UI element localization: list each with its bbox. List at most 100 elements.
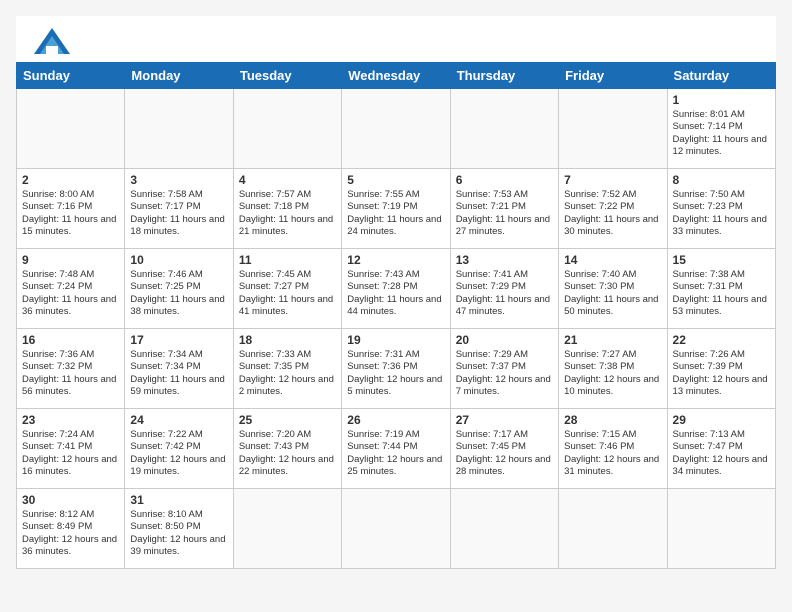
day-info: Sunrise: 7:13 AM Sunset: 7:47 PM Dayligh… xyxy=(673,429,770,478)
day-number: 17 xyxy=(130,333,227,347)
calendar-cell: 18 Sunrise: 7:33 AM Sunset: 7:35 PM Dayli… xyxy=(233,329,341,409)
day-number: 8 xyxy=(673,173,770,187)
calendar-cell: 25Sunrise: 7:20 AM Sunset: 7:43 PM Dayli… xyxy=(233,409,341,489)
week-row-6: 30 Sunrise: 8:12 AM Sunset: 8:49 PM Dayli… xyxy=(17,489,776,569)
calendar-cell: 26 Sunrise: 7:19 AM Sunset: 7:44 PM Dayli… xyxy=(342,409,450,489)
day-info: Sunrise: 7:24 AM Sunset: 7:41 PM Dayligh… xyxy=(22,429,119,478)
day-info: Sunrise: 8:01 AM Sunset: 7:14 PM Dayligh… xyxy=(673,109,770,158)
day-number: 22 xyxy=(673,333,770,347)
logo xyxy=(30,26,70,56)
day-number: 6 xyxy=(456,173,553,187)
calendar-cell: 2Sunrise: 8:00 AM Sunset: 7:16 PM Daylig… xyxy=(17,169,125,249)
day-number: 13 xyxy=(456,253,553,267)
day-of-week-monday: Monday xyxy=(125,63,233,89)
page: SundayMondayTuesdayWednesdayThursdayFrid… xyxy=(16,16,776,569)
day-of-week-tuesday: Tuesday xyxy=(233,63,341,89)
calendar-cell: 3 Sunrise: 7:58 AM Sunset: 7:17 PM Daylig… xyxy=(125,169,233,249)
header xyxy=(16,16,776,62)
calendar-cell xyxy=(342,89,450,169)
calendar-cell xyxy=(233,489,341,569)
day-info: Sunrise: 7:36 AM Sunset: 7:32 PM Dayligh… xyxy=(22,349,119,398)
day-info: Sunrise: 7:20 AM Sunset: 7:43 PM Dayligh… xyxy=(239,429,336,478)
day-info: Sunrise: 7:19 AM Sunset: 7:44 PM Dayligh… xyxy=(347,429,444,478)
day-number: 7 xyxy=(564,173,661,187)
calendar-cell xyxy=(17,89,125,169)
week-row-2: 2Sunrise: 8:00 AM Sunset: 7:16 PM Daylig… xyxy=(17,169,776,249)
day-number: 23 xyxy=(22,413,119,427)
week-row-3: 9 Sunrise: 7:48 AM Sunset: 7:24 PM Daylig… xyxy=(17,249,776,329)
week-row-1: 1Sunrise: 8:01 AM Sunset: 7:14 PM Daylig… xyxy=(17,89,776,169)
day-info: Sunrise: 7:43 AM Sunset: 7:28 PM Dayligh… xyxy=(347,269,444,318)
day-of-week-thursday: Thursday xyxy=(450,63,558,89)
day-number: 10 xyxy=(130,253,227,267)
day-info: Sunrise: 8:12 AM Sunset: 8:49 PM Dayligh… xyxy=(22,509,119,558)
day-number: 31 xyxy=(130,493,227,507)
calendar-cell: 30 Sunrise: 8:12 AM Sunset: 8:49 PM Dayli… xyxy=(17,489,125,569)
day-info: Sunrise: 7:17 AM Sunset: 7:45 PM Dayligh… xyxy=(456,429,553,478)
day-info: Sunrise: 7:53 AM Sunset: 7:21 PM Dayligh… xyxy=(456,189,553,238)
calendar-cell: 29Sunrise: 7:13 AM Sunset: 7:47 PM Dayli… xyxy=(667,409,775,489)
calendar-cell: 20Sunrise: 7:29 AM Sunset: 7:37 PM Dayli… xyxy=(450,329,558,409)
calendar-cell xyxy=(667,489,775,569)
calendar-cell xyxy=(450,489,558,569)
calendar-cell: 16Sunrise: 7:36 AM Sunset: 7:32 PM Dayli… xyxy=(17,329,125,409)
calendar-cell xyxy=(450,89,558,169)
day-number: 12 xyxy=(347,253,444,267)
day-info: Sunrise: 7:40 AM Sunset: 7:30 PM Dayligh… xyxy=(564,269,661,318)
day-info: Sunrise: 7:33 AM Sunset: 7:35 PM Dayligh… xyxy=(239,349,336,398)
day-number: 26 xyxy=(347,413,444,427)
day-info: Sunrise: 7:55 AM Sunset: 7:19 PM Dayligh… xyxy=(347,189,444,238)
day-info: Sunrise: 7:38 AM Sunset: 7:31 PM Dayligh… xyxy=(673,269,770,318)
calendar-cell: 21 Sunrise: 7:27 AM Sunset: 7:38 PM Dayli… xyxy=(559,329,667,409)
day-info: Sunrise: 7:27 AM Sunset: 7:38 PM Dayligh… xyxy=(564,349,661,398)
day-info: Sunrise: 7:26 AM Sunset: 7:39 PM Dayligh… xyxy=(673,349,770,398)
day-number: 27 xyxy=(456,413,553,427)
days-of-week-row: SundayMondayTuesdayWednesdayThursdayFrid… xyxy=(17,63,776,89)
day-info: Sunrise: 7:52 AM Sunset: 7:22 PM Dayligh… xyxy=(564,189,661,238)
calendar-cell: 13 Sunrise: 7:41 AM Sunset: 7:29 PM Dayli… xyxy=(450,249,558,329)
calendar-cell: 15Sunrise: 7:38 AM Sunset: 7:31 PM Dayli… xyxy=(667,249,775,329)
day-info: Sunrise: 7:41 AM Sunset: 7:29 PM Dayligh… xyxy=(456,269,553,318)
day-info: Sunrise: 7:45 AM Sunset: 7:27 PM Dayligh… xyxy=(239,269,336,318)
logo-icon xyxy=(34,26,70,56)
day-number: 9 xyxy=(22,253,119,267)
calendar-cell xyxy=(559,489,667,569)
day-number: 24 xyxy=(130,413,227,427)
calendar-cell: 27 Sunrise: 7:17 AM Sunset: 7:45 PM Dayli… xyxy=(450,409,558,489)
calendar-cell: 7 Sunrise: 7:52 AM Sunset: 7:22 PM Daylig… xyxy=(559,169,667,249)
calendar-cell: 4 Sunrise: 7:57 AM Sunset: 7:18 PM Daylig… xyxy=(233,169,341,249)
calendar-cell xyxy=(125,89,233,169)
day-of-week-sunday: Sunday xyxy=(17,63,125,89)
calendar-cell xyxy=(233,89,341,169)
calendar-cell: 28Sunrise: 7:15 AM Sunset: 7:46 PM Dayli… xyxy=(559,409,667,489)
day-of-week-wednesday: Wednesday xyxy=(342,63,450,89)
day-info: Sunrise: 7:48 AM Sunset: 7:24 PM Dayligh… xyxy=(22,269,119,318)
day-info: Sunrise: 7:31 AM Sunset: 7:36 PM Dayligh… xyxy=(347,349,444,398)
day-info: Sunrise: 7:46 AM Sunset: 7:25 PM Dayligh… xyxy=(130,269,227,318)
day-info: Sunrise: 8:10 AM Sunset: 8:50 PM Dayligh… xyxy=(130,509,227,558)
calendar-cell: 1Sunrise: 8:01 AM Sunset: 7:14 PM Daylig… xyxy=(667,89,775,169)
day-info: Sunrise: 7:57 AM Sunset: 7:18 PM Dayligh… xyxy=(239,189,336,238)
calendar-cell xyxy=(559,89,667,169)
day-number: 30 xyxy=(22,493,119,507)
calendar-cell: 10 Sunrise: 7:46 AM Sunset: 7:25 PM Dayli… xyxy=(125,249,233,329)
day-number: 4 xyxy=(239,173,336,187)
day-info: Sunrise: 7:29 AM Sunset: 7:37 PM Dayligh… xyxy=(456,349,553,398)
calendar-cell: 31 Sunrise: 8:10 AM Sunset: 8:50 PM Dayli… xyxy=(125,489,233,569)
day-number: 19 xyxy=(347,333,444,347)
day-of-week-saturday: Saturday xyxy=(667,63,775,89)
calendar-cell: 24 Sunrise: 7:22 AM Sunset: 7:42 PM Dayli… xyxy=(125,409,233,489)
calendar-cell: 17Sunrise: 7:34 AM Sunset: 7:34 PM Dayli… xyxy=(125,329,233,409)
calendar: SundayMondayTuesdayWednesdayThursdayFrid… xyxy=(16,62,776,569)
calendar-cell: 9 Sunrise: 7:48 AM Sunset: 7:24 PM Daylig… xyxy=(17,249,125,329)
calendar-cell: 23 Sunrise: 7:24 AM Sunset: 7:41 PM Dayli… xyxy=(17,409,125,489)
day-info: Sunrise: 7:22 AM Sunset: 7:42 PM Dayligh… xyxy=(130,429,227,478)
day-number: 3 xyxy=(130,173,227,187)
calendar-cell: 6 Sunrise: 7:53 AM Sunset: 7:21 PM Daylig… xyxy=(450,169,558,249)
day-number: 18 xyxy=(239,333,336,347)
day-info: Sunrise: 7:58 AM Sunset: 7:17 PM Dayligh… xyxy=(130,189,227,238)
calendar-cell: 11Sunrise: 7:45 AM Sunset: 7:27 PM Dayli… xyxy=(233,249,341,329)
day-number: 21 xyxy=(564,333,661,347)
day-number: 28 xyxy=(564,413,661,427)
day-info: Sunrise: 7:50 AM Sunset: 7:23 PM Dayligh… xyxy=(673,189,770,238)
